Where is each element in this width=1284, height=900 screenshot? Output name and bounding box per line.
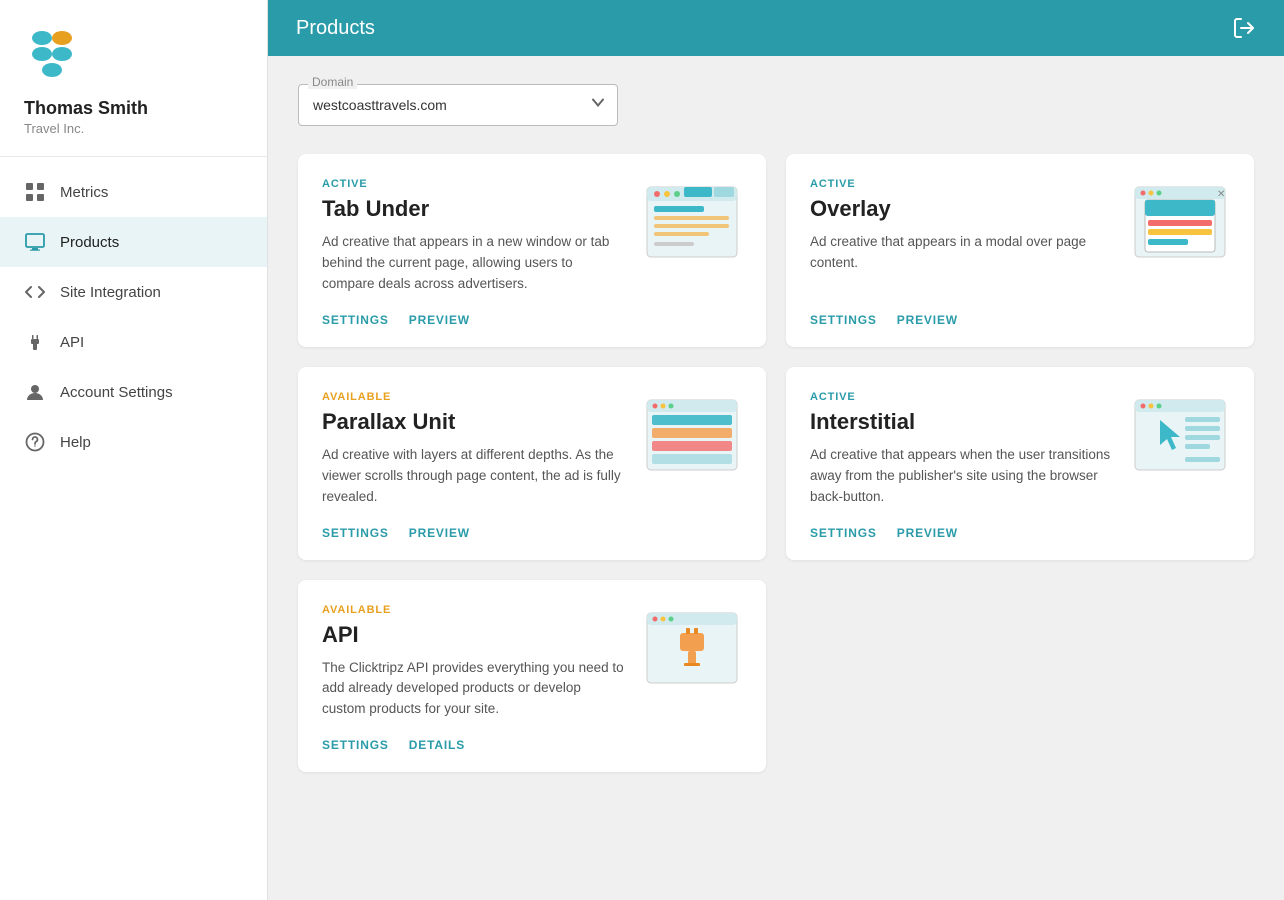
main-content: Products Domain westcoasttravels.com: [268, 0, 1284, 900]
product-illustration: [642, 395, 742, 475]
status-badge: ACTIVE: [810, 391, 1114, 403]
card-top: ACTIVE Overlay Ad creative that appears …: [810, 178, 1230, 292]
product-illustration: ✕: [1130, 182, 1230, 262]
product-card-interstitial: ACTIVE Interstitial Ad creative that app…: [786, 367, 1254, 560]
topbar: Products: [268, 0, 1284, 56]
sidebar-item-help[interactable]: Help: [0, 417, 267, 467]
settings-button[interactable]: SETTINGS: [322, 526, 389, 540]
person-icon: [24, 381, 46, 403]
sidebar-item-metrics[interactable]: Metrics: [0, 167, 267, 217]
product-card-api: AVAILABLE API The Clicktripz API provide…: [298, 580, 766, 773]
card-content: AVAILABLE Parallax Unit Ad creative with…: [322, 391, 626, 526]
product-title: Interstitial: [810, 409, 1114, 435]
status-badge: ACTIVE: [810, 178, 1114, 190]
sidebar-item-account-settings-label: Account Settings: [60, 384, 173, 401]
settings-button[interactable]: SETTINGS: [810, 313, 877, 327]
sidebar: Thomas Smith Travel Inc. Metrics: [0, 0, 268, 900]
card-actions: SETTINGS PREVIEW: [322, 313, 742, 327]
logout-icon: [1232, 16, 1256, 40]
card-top: ACTIVE Tab Under Ad creative that appear…: [322, 178, 742, 313]
product-card-tab-under: ACTIVE Tab Under Ad creative that appear…: [298, 154, 766, 347]
grid-icon: [24, 181, 46, 203]
status-badge: AVAILABLE: [322, 391, 626, 403]
sidebar-item-api-label: API: [60, 334, 84, 351]
content-area: Domain westcoasttravels.com ACTIVE Tab U…: [268, 56, 1284, 900]
preview-button[interactable]: PREVIEW: [897, 526, 958, 540]
card-content: ACTIVE Overlay Ad creative that appears …: [810, 178, 1114, 292]
svg-text:✕: ✕: [1217, 189, 1225, 200]
user-info: Thomas Smith Travel Inc.: [0, 98, 267, 157]
page-title: Products: [296, 17, 375, 40]
sidebar-item-site-integration-label: Site Integration: [60, 284, 161, 301]
product-card-overlay: ACTIVE Overlay Ad creative that appears …: [786, 154, 1254, 347]
card-actions: SETTINGS DETAILS: [322, 738, 742, 752]
product-card-parallax: AVAILABLE Parallax Unit Ad creative with…: [298, 367, 766, 560]
sidebar-item-api[interactable]: API: [0, 317, 267, 367]
card-top: AVAILABLE API The Clicktripz API provide…: [322, 604, 742, 739]
sidebar-item-help-label: Help: [60, 434, 91, 451]
card-top: ACTIVE Interstitial Ad creative that app…: [810, 391, 1230, 526]
product-description: The Clicktripz API provides everything y…: [322, 658, 626, 721]
product-illustration: [1130, 395, 1230, 475]
sidebar-item-metrics-label: Metrics: [60, 184, 108, 201]
card-content: AVAILABLE API The Clicktripz API provide…: [322, 604, 626, 739]
preview-button[interactable]: PREVIEW: [409, 313, 470, 327]
settings-button[interactable]: SETTINGS: [322, 738, 389, 752]
details-button[interactable]: DETAILS: [409, 738, 465, 752]
user-name: Thomas Smith: [24, 98, 243, 119]
card-actions: SETTINGS PREVIEW: [322, 526, 742, 540]
card-actions: SETTINGS PREVIEW: [810, 526, 1230, 540]
question-icon: [24, 431, 46, 453]
product-illustration: [642, 182, 742, 262]
product-title: Parallax Unit: [322, 409, 626, 435]
code-icon: [24, 281, 46, 303]
domain-label: Domain: [308, 75, 357, 89]
status-badge: ACTIVE: [322, 178, 626, 190]
product-title: Overlay: [810, 196, 1114, 222]
logo: [0, 0, 267, 98]
product-title: Tab Under: [322, 196, 626, 222]
settings-button[interactable]: SETTINGS: [322, 313, 389, 327]
product-description: Ad creative that appears in a modal over…: [810, 232, 1114, 274]
plug-icon: [24, 331, 46, 353]
product-description: Ad creative that appears when the user t…: [810, 445, 1114, 508]
product-title: API: [322, 622, 626, 648]
app-logo: [24, 22, 84, 82]
product-description: Ad creative that appears in a new window…: [322, 232, 626, 295]
preview-button[interactable]: PREVIEW: [897, 313, 958, 327]
sidebar-item-products[interactable]: Products: [0, 217, 267, 267]
user-company: Travel Inc.: [24, 121, 243, 136]
logout-button[interactable]: [1232, 16, 1256, 40]
domain-select[interactable]: westcoasttravels.com: [298, 84, 618, 126]
card-content: ACTIVE Tab Under Ad creative that appear…: [322, 178, 626, 313]
sidebar-item-products-label: Products: [60, 234, 119, 251]
card-top: AVAILABLE Parallax Unit Ad creative with…: [322, 391, 742, 526]
sidebar-navigation: Metrics Products Site Integration: [0, 167, 267, 900]
settings-button[interactable]: SETTINGS: [810, 526, 877, 540]
products-grid: ACTIVE Tab Under Ad creative that appear…: [298, 154, 1254, 772]
status-badge: AVAILABLE: [322, 604, 626, 616]
product-illustration: [642, 608, 742, 688]
monitor-icon: [24, 231, 46, 253]
sidebar-item-site-integration[interactable]: Site Integration: [0, 267, 267, 317]
sidebar-item-account-settings[interactable]: Account Settings: [0, 367, 267, 417]
domain-field: Domain westcoasttravels.com: [298, 84, 618, 126]
product-description: Ad creative with layers at different dep…: [322, 445, 626, 508]
card-actions: SETTINGS PREVIEW: [810, 313, 1230, 327]
preview-button[interactable]: PREVIEW: [409, 526, 470, 540]
card-content: ACTIVE Interstitial Ad creative that app…: [810, 391, 1114, 526]
